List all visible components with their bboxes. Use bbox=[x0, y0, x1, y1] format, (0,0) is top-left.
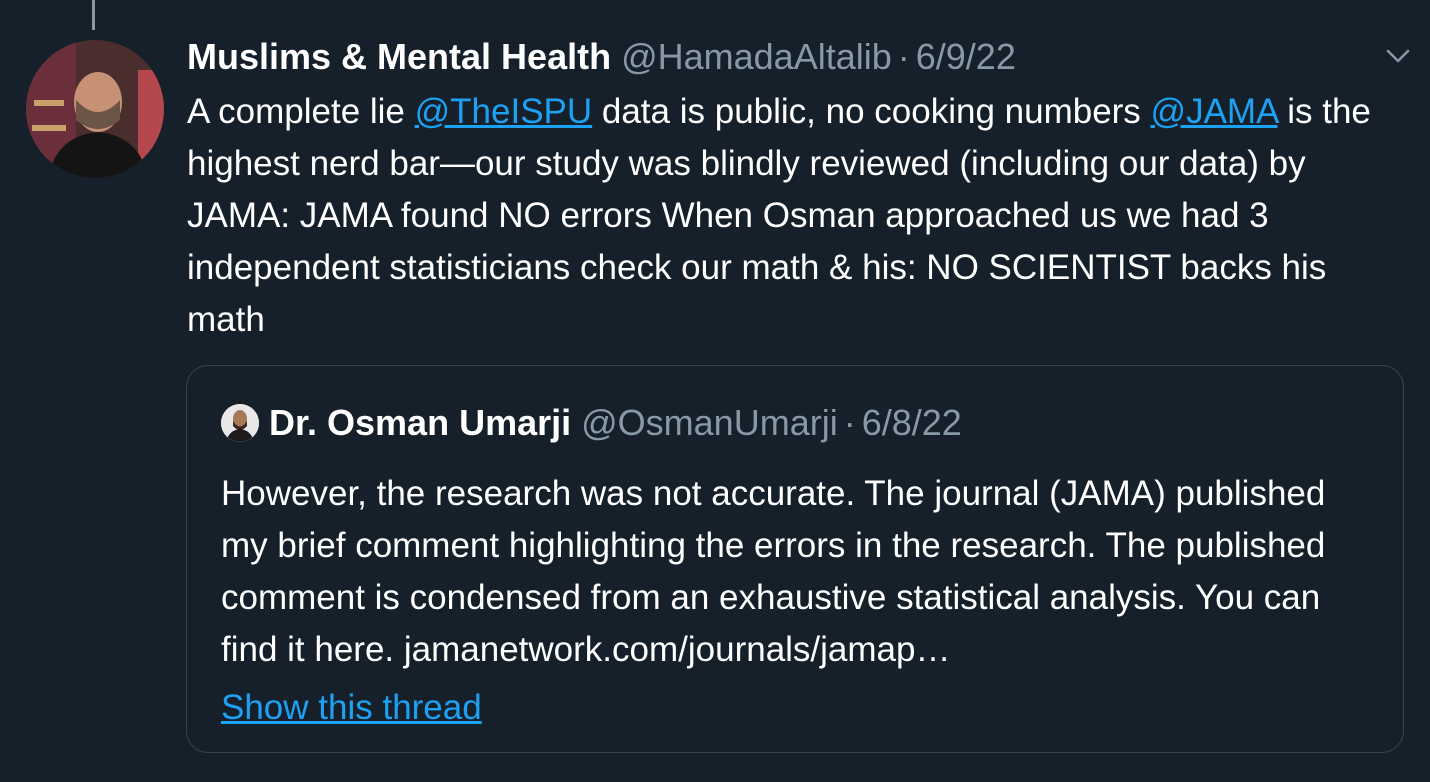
quoted-tweet-header: Dr. Osman Umarji @OsmanUmarji · 6/8/22 bbox=[221, 402, 962, 444]
tweet-text-part: A complete lie bbox=[187, 92, 415, 131]
tweet: Muslims & Mental Health @HamadaAltalib ·… bbox=[187, 34, 1402, 346]
quoted-author-avatar bbox=[221, 404, 259, 442]
quoted-author-handle[interactable]: @OsmanUmarji bbox=[581, 402, 838, 444]
tweet-header: Muslims & Mental Health @HamadaAltalib ·… bbox=[187, 34, 1402, 80]
mention-link[interactable]: @TheISPU bbox=[415, 92, 593, 131]
thread-connector-line bbox=[92, 0, 95, 30]
tweet-date[interactable]: 6/9/22 bbox=[916, 34, 1016, 80]
tweet-text-part: data is public, no cooking numbers bbox=[592, 92, 1151, 131]
mention-link[interactable]: @JAMA bbox=[1151, 92, 1278, 131]
author-handle[interactable]: @HamadaAltalib bbox=[621, 34, 892, 80]
author-avatar-image bbox=[26, 40, 164, 178]
author-display-name[interactable]: Muslims & Mental Health bbox=[187, 34, 611, 80]
chevron-down-icon[interactable] bbox=[1384, 44, 1412, 68]
quoted-tweet-card[interactable]: Dr. Osman Umarji @OsmanUmarji · 6/8/22 H… bbox=[186, 365, 1404, 753]
quoted-header-separator: · bbox=[843, 402, 856, 443]
author-avatar[interactable] bbox=[26, 40, 164, 178]
quoted-tweet-text: However, the research was not accurate. … bbox=[221, 474, 1326, 669]
tweet-text: A complete lie @TheISPU data is public, … bbox=[187, 86, 1402, 346]
quoted-tweet-date[interactable]: 6/8/22 bbox=[862, 402, 962, 444]
tweet-page: Muslims & Mental Health @HamadaAltalib ·… bbox=[0, 0, 1430, 782]
show-thread-link[interactable]: Show this thread bbox=[221, 682, 482, 734]
header-separator: · bbox=[897, 36, 910, 77]
quoted-author-display-name[interactable]: Dr. Osman Umarji bbox=[269, 402, 571, 444]
